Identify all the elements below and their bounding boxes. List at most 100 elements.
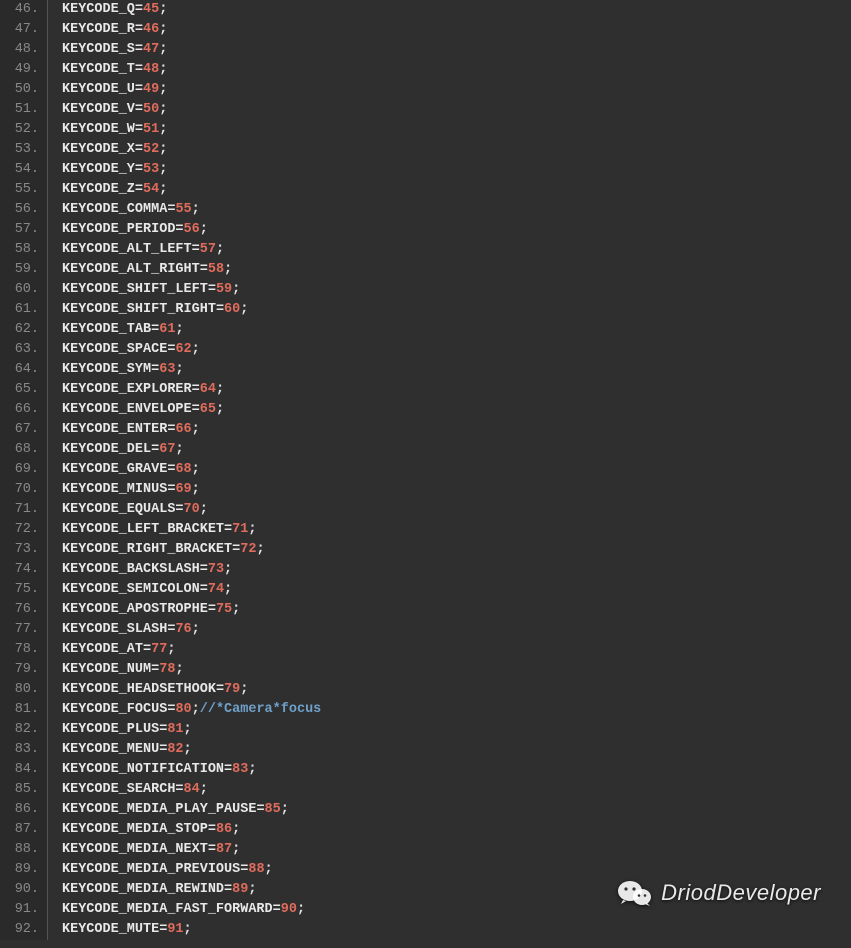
line-number: 49. [0,60,39,80]
code-line: KEYCODE_MEDIA_PREVIOUS=88; [62,860,851,880]
line-number: 56. [0,200,39,220]
semicolon: ; [297,902,305,917]
semicolon: ; [216,242,224,257]
line-number: 57. [0,220,39,240]
semicolon: ; [159,82,167,97]
semicolon: ; [232,822,240,837]
identifier: KEYCODE_S [62,42,135,57]
code-line: KEYCODE_W=51; [62,120,851,140]
number-literal: 85 [265,802,281,817]
identifier: KEYCODE_MUTE [62,922,159,937]
line-number: 81. [0,700,39,720]
identifier: KEYCODE_ENTER [62,422,167,437]
identifier: KEYCODE_W [62,122,135,137]
identifier: KEYCODE_MEDIA_STOP [62,822,208,837]
identifier: KEYCODE_AT [62,642,143,657]
line-number: 51. [0,100,39,120]
operator-equals: = [208,282,216,297]
line-number: 63. [0,340,39,360]
semicolon: ; [216,402,224,417]
identifier: KEYCODE_SYM [62,362,151,377]
identifier: KEYCODE_MEDIA_FAST_FORWARD [62,902,273,917]
identifier: KEYCODE_NUM [62,662,151,677]
semicolon: ; [192,342,200,357]
code-line: KEYCODE_GRAVE=68; [62,460,851,480]
identifier: KEYCODE_PERIOD [62,222,175,237]
line-number: 86. [0,800,39,820]
operator-equals: = [200,562,208,577]
number-literal: 46 [143,22,159,37]
code-line: KEYCODE_MEDIA_REWIND=89; [62,880,851,900]
operator-equals: = [224,762,232,777]
identifier: KEYCODE_SEMICOLON [62,582,200,597]
code-line: KEYCODE_EQUALS=70; [62,500,851,520]
line-number-gutter: 46.47.48.49.50.51.52.53.54.55.56.57.58.5… [0,0,48,940]
code-line: KEYCODE_DEL=67; [62,440,851,460]
line-number: 80. [0,680,39,700]
line-number: 46. [0,0,39,20]
operator-equals: = [175,222,183,237]
identifier: KEYCODE_SHIFT_RIGHT [62,302,216,317]
line-number: 91. [0,900,39,920]
number-literal: 87 [216,842,232,857]
operator-equals: = [135,82,143,97]
code-line: KEYCODE_LEFT_BRACKET=71; [62,520,851,540]
code-line: KEYCODE_NUM=78; [62,660,851,680]
operator-equals: = [135,42,143,57]
code-line: KEYCODE_ALT_RIGHT=58; [62,260,851,280]
line-number: 54. [0,160,39,180]
identifier: KEYCODE_FOCUS [62,702,167,717]
code-line: KEYCODE_APOSTROPHE=75; [62,600,851,620]
code-line: KEYCODE_R=46; [62,20,851,40]
operator-equals: = [208,602,216,617]
code-area[interactable]: KEYCODE_Q=45;KEYCODE_R=46;KEYCODE_S=47;K… [48,0,851,940]
number-literal: 57 [200,242,216,257]
identifier: KEYCODE_MENU [62,742,159,757]
code-line: KEYCODE_MEDIA_PLAY_PAUSE=85; [62,800,851,820]
code-line: KEYCODE_HEADSETHOOK=79; [62,680,851,700]
code-line: KEYCODE_TAB=61; [62,320,851,340]
number-literal: 82 [167,742,183,757]
operator-equals: = [256,802,264,817]
code-line: KEYCODE_T=48; [62,60,851,80]
operator-equals: = [208,822,216,837]
number-literal: 47 [143,42,159,57]
code-line: KEYCODE_SEMICOLON=74; [62,580,851,600]
number-literal: 89 [232,882,248,897]
code-line: KEYCODE_MEDIA_NEXT=87; [62,840,851,860]
operator-equals: = [135,2,143,17]
number-literal: 72 [240,542,256,557]
operator-equals: = [175,502,183,517]
semicolon: ; [175,322,183,337]
identifier: KEYCODE_SEARCH [62,782,175,797]
semicolon: ; [265,862,273,877]
line-number: 92. [0,920,39,940]
code-line: KEYCODE_PLUS=81; [62,720,851,740]
identifier: KEYCODE_EXPLORER [62,382,192,397]
number-literal: 76 [175,622,191,637]
number-literal: 66 [175,422,191,437]
semicolon: ; [159,142,167,157]
code-editor: 46.47.48.49.50.51.52.53.54.55.56.57.58.5… [0,0,851,940]
identifier: KEYCODE_DEL [62,442,151,457]
semicolon: ; [192,702,200,717]
code-line: KEYCODE_AT=77; [62,640,851,660]
identifier: KEYCODE_RIGHT_BRACKET [62,542,232,557]
number-literal: 80 [175,702,191,717]
operator-equals: = [135,162,143,177]
code-line: KEYCODE_MENU=82; [62,740,851,760]
operator-equals: = [175,782,183,797]
code-line: KEYCODE_MEDIA_STOP=86; [62,820,851,840]
line-number: 66. [0,400,39,420]
number-literal: 63 [159,362,175,377]
semicolon: ; [248,522,256,537]
line-number: 83. [0,740,39,760]
identifier: KEYCODE_Z [62,182,135,197]
number-literal: 74 [208,582,224,597]
identifier: KEYCODE_MEDIA_PLAY_PAUSE [62,802,256,817]
code-line: KEYCODE_X=52; [62,140,851,160]
identifier: KEYCODE_MEDIA_NEXT [62,842,208,857]
number-literal: 62 [175,342,191,357]
identifier: KEYCODE_Q [62,2,135,17]
code-line: KEYCODE_Q=45; [62,0,851,20]
